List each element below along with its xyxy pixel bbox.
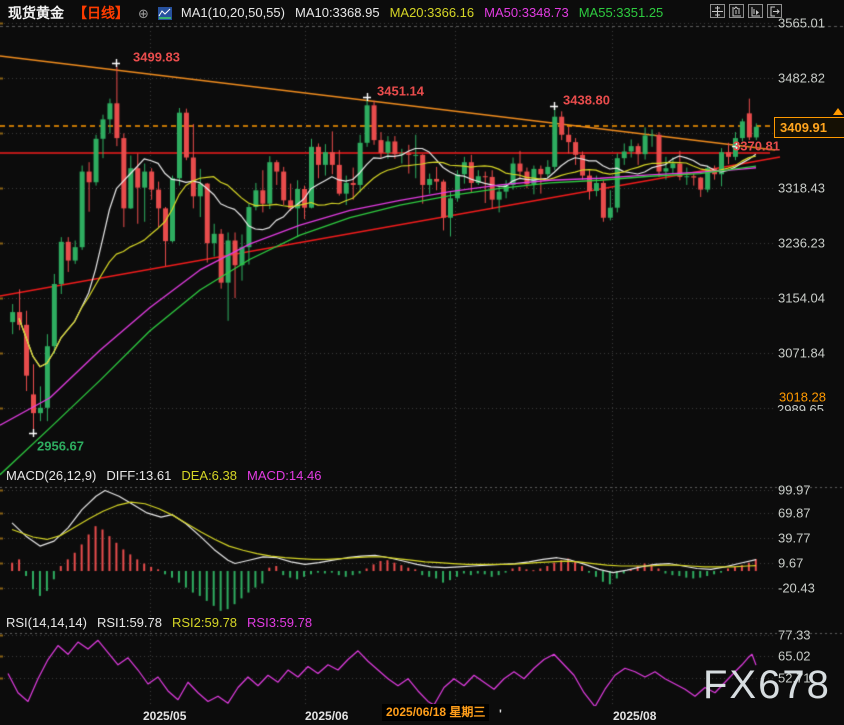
chart-header: 现货黄金 【日线】 ⊕ MA1(10,20,50,55) MA10:3368.95…	[0, 0, 844, 26]
ma-value-label: MA50:3348.73	[484, 5, 569, 20]
price-axis-label: 3154.04	[778, 291, 825, 306]
rsi-axis-label: 65.02	[778, 649, 811, 664]
rsi-axis-label: 77.33	[778, 628, 811, 643]
time-axis-label: 2025/06	[305, 709, 348, 723]
axis-zoom-icon[interactable]	[729, 4, 744, 18]
macd-axis-label: 69.87	[778, 506, 811, 521]
indicator-value-label: RSI1:59.78	[97, 615, 162, 630]
fx678-watermark: FX678	[703, 663, 831, 708]
chart-toolbar	[710, 4, 782, 18]
symbol-name: 现货黄金	[8, 3, 64, 23]
ma-value-label: MA1(10,20,50,55)	[181, 5, 285, 20]
macd-indicator-header: MACD(26,12,9) DIFF:13.61 DEA:6.38 MACD:14.4…	[6, 468, 321, 483]
macd-axis-label: 9.67	[778, 556, 803, 571]
macd-axis-label: 39.77	[778, 531, 811, 546]
indicator-value-label: RSI2:59.78	[172, 615, 237, 630]
indicator-value-label: DIFF:13.61	[106, 468, 171, 483]
axis-step-icon[interactable]	[748, 4, 763, 18]
macd-axis-label: 99.97	[778, 483, 811, 498]
price-axis-label: 3318.43	[778, 181, 825, 196]
price-alert-arrow-icon[interactable]	[833, 108, 843, 115]
price-axis-label: 3482.82	[778, 71, 825, 86]
current-price-tag: 3409.91	[774, 117, 844, 138]
candlestick-chart-icon[interactable]	[158, 7, 172, 20]
indicator-value-label: MACD:14.46	[247, 468, 321, 483]
time-axis-label: 2025/08	[613, 709, 656, 723]
crosshair-date-label: 2025/06/18 星期三	[382, 704, 489, 721]
ma-indicator-values: MA1(10,20,50,55) MA10:3368.95 MA20:3366.16…	[181, 4, 673, 22]
circle-plus-icon[interactable]: ⊕	[138, 7, 149, 20]
price-annotation: 3370.81	[733, 139, 780, 154]
indicator-value-label: MACD(26,12,9)	[6, 468, 96, 483]
price-axis-label: 3071.84	[778, 346, 825, 361]
price-annotation: 3451.14	[377, 84, 424, 99]
ma-value-label: MA55:3351.25	[579, 5, 664, 20]
alert-price-label: 3018.28	[777, 390, 828, 405]
indicator-value-label: RSI(14,14,14)	[6, 615, 87, 630]
ma-value-label: MA20:3366.16	[390, 5, 475, 20]
indicator-value-label: RSI3:59.78	[247, 615, 312, 630]
price-annotation: 2956.67	[37, 439, 84, 454]
indicator-value-label: DEA:6.38	[181, 468, 237, 483]
time-axis-label: 2025/05	[143, 709, 186, 723]
crosshair-move-icon[interactable]	[710, 4, 725, 18]
price-axis-label: 3236.23	[778, 236, 825, 251]
price-annotation: 3438.80	[563, 93, 610, 108]
timeframe-label[interactable]: 【日线】	[73, 3, 129, 23]
rsi-indicator-header: RSI(14,14,14) RSI1:59.78 RSI2:59.78 RSI3:59…	[6, 615, 312, 630]
price-annotation: 3499.83	[133, 50, 180, 65]
ma-value-label: MA10:3368.95	[295, 5, 380, 20]
partially-covered-label: '	[499, 707, 502, 721]
trading-terminal: 现货黄金 【日线】 ⊕ MA1(10,20,50,55) MA10:3368.95…	[0, 0, 844, 725]
pan-right-icon[interactable]	[767, 4, 782, 18]
macd-axis-label: -20.43	[778, 581, 815, 596]
